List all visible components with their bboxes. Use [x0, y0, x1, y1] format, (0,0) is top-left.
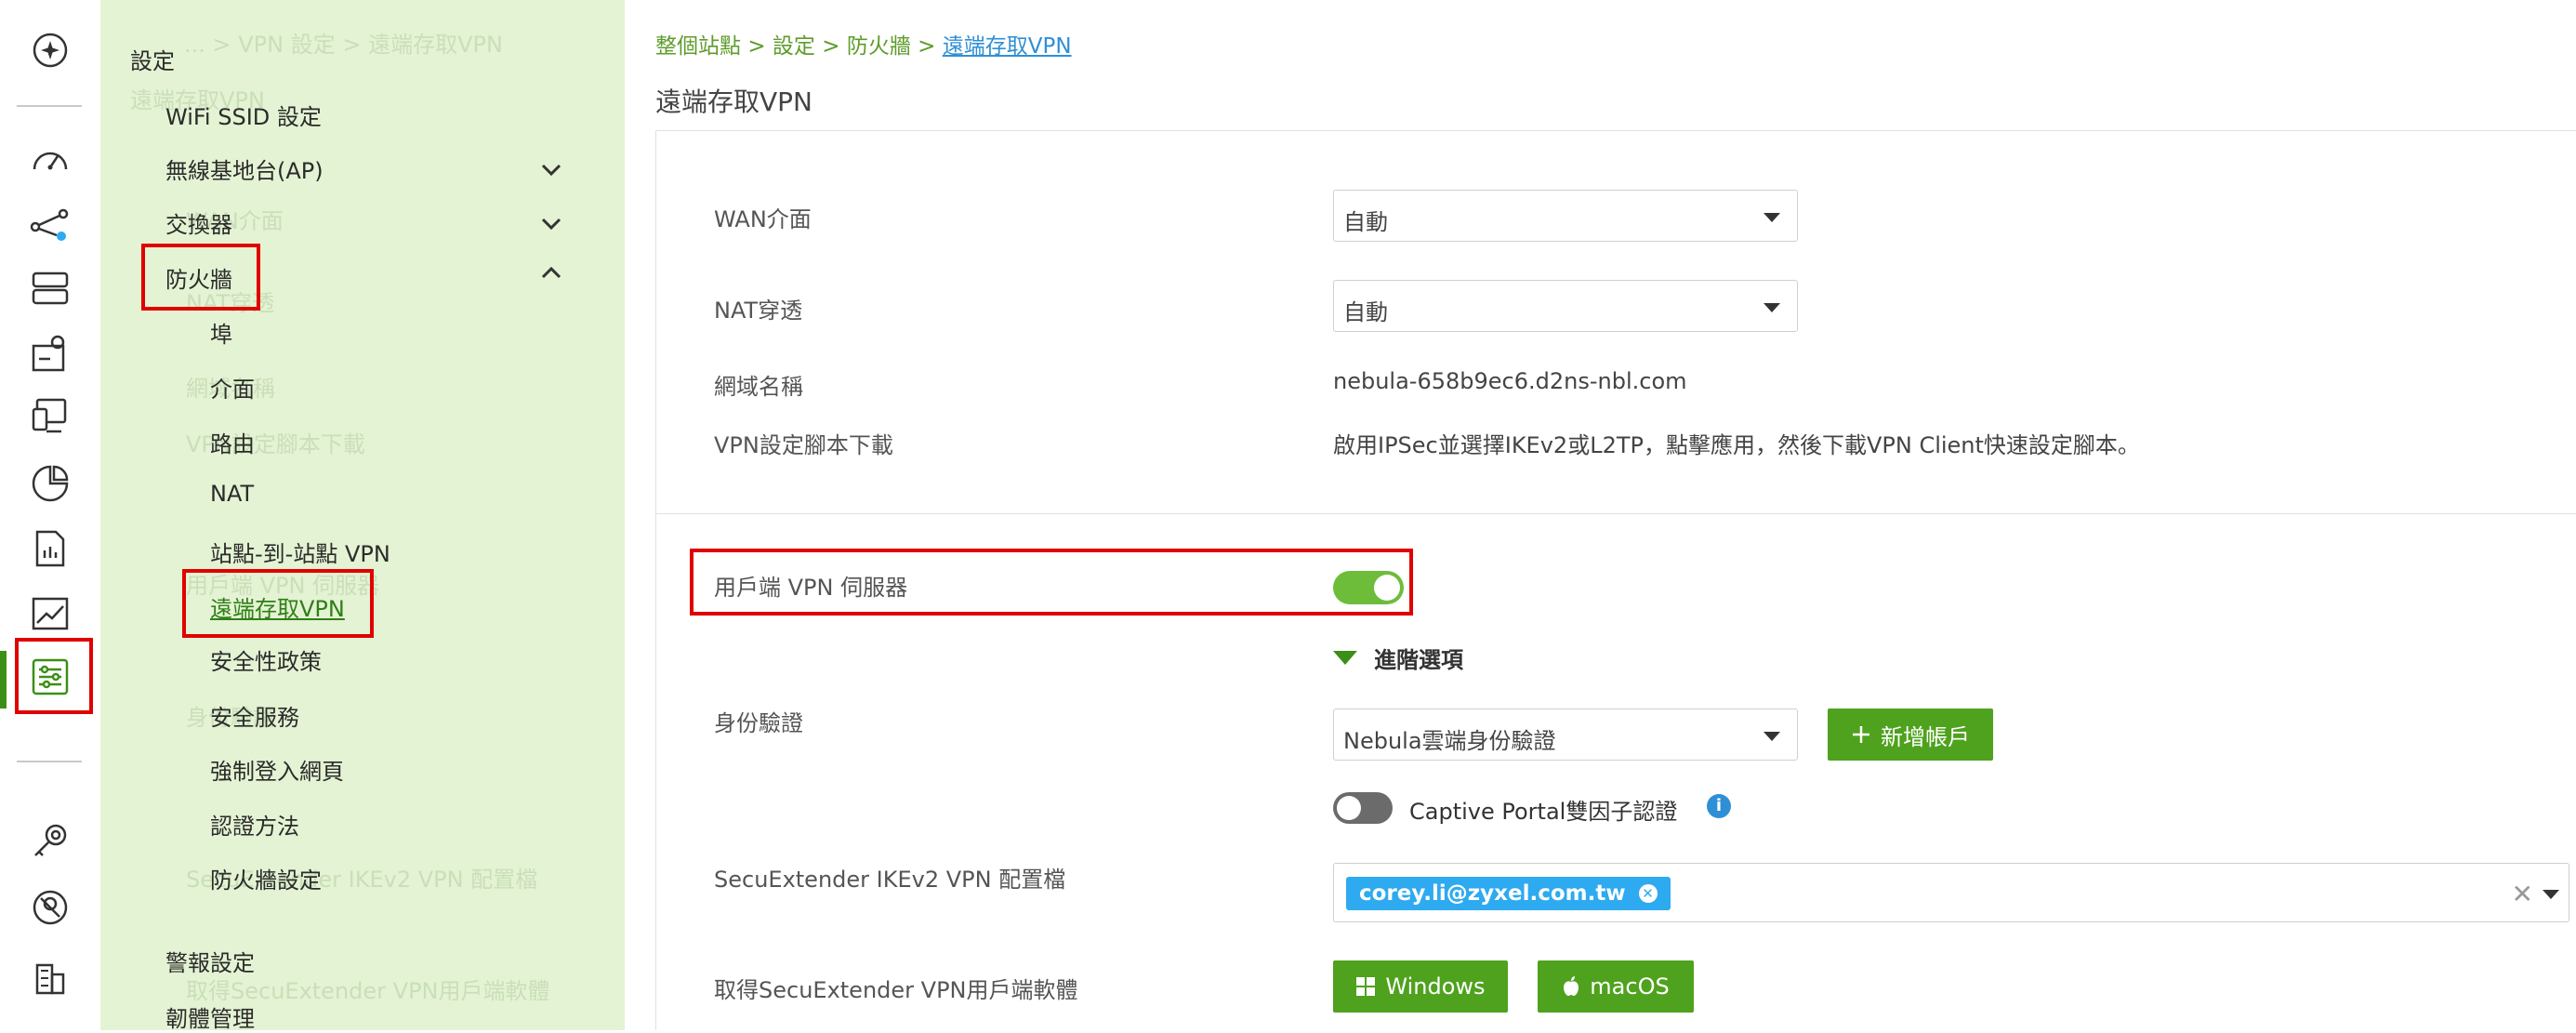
highlight-remote-vpn	[182, 569, 374, 638]
caret-down-icon	[1764, 213, 1780, 222]
vpn-script-label: VPN設定腳本下載	[714, 432, 893, 458]
icon-rail	[0, 0, 100, 1030]
devices-icon[interactable]	[19, 262, 82, 314]
section-divider	[655, 513, 2576, 514]
domain-name-label: 網域名稱	[714, 374, 803, 400]
topology-icon[interactable]	[19, 199, 82, 251]
macos-download-button[interactable]: macOS	[1538, 960, 1694, 1013]
submenu-interface[interactable]: 介面	[210, 371, 255, 404]
wan-interface-label: WAN介面	[714, 206, 812, 232]
wan-interface-select[interactable]: 自動	[1333, 190, 1798, 242]
rail-divider	[17, 105, 82, 107]
monitor-icon[interactable]	[19, 588, 82, 640]
caret-down-icon[interactable]	[2543, 890, 2559, 899]
add-account-button[interactable]: 新增帳戶	[1828, 709, 1993, 761]
wan-interface-value: 自動	[1343, 209, 1388, 235]
submenu-captive-portal[interactable]: 強制登入網頁	[210, 753, 344, 786]
breadcrumb-separator: >	[822, 34, 840, 59]
menu-item-firmware[interactable]: 韌體管理	[165, 1000, 255, 1033]
submenu-auth-methods[interactable]: 認證方法	[210, 808, 299, 841]
organization-icon[interactable]	[19, 950, 82, 1002]
client-software-label: 取得SecuExtender VPN用戶端軟體	[714, 977, 1078, 1003]
submenu-routing[interactable]: 路由	[210, 426, 255, 458]
page-title: 遠端存取VPN	[655, 86, 812, 117]
ikev2-profile-label: SecuExtender IKEv2 VPN 配置檔	[714, 867, 1066, 893]
breadcrumb: 整個站點 > 設定 > 防火牆 > 遠端存取VPN	[655, 28, 1072, 60]
remove-tag-icon[interactable]: ✕	[1638, 884, 1658, 903]
vpn-script-hint: 啟用IPSec並選擇IKEv2或L2TP，點擊應用，然後下載VPN Client…	[1333, 432, 2140, 458]
dashboard-icon[interactable]	[19, 132, 82, 184]
submenu-security-policy[interactable]: 安全性政策	[210, 643, 322, 676]
macos-label: macOS	[1590, 973, 1670, 1000]
clients-icon[interactable]	[19, 391, 82, 443]
submenu-site-to-site-vpn[interactable]: 站點-到-站點 VPN	[210, 536, 390, 568]
active-indicator	[0, 651, 7, 709]
authentication-label: 身份驗證	[714, 710, 803, 736]
menu-item-alerts[interactable]: 警報設定	[165, 945, 255, 977]
authentication-value: Nebula雲端身份驗證	[1343, 728, 1556, 754]
menu-item-ap[interactable]: 無線基地台(AP)	[165, 152, 324, 185]
highlight-client-vpn-server	[690, 549, 1413, 616]
toggle-knob	[1337, 796, 1361, 820]
caret-down-icon	[1764, 732, 1780, 741]
breadcrumb-site[interactable]: 整個站點	[655, 34, 741, 59]
breadcrumb-separator: >	[918, 34, 936, 59]
add-account-label: 新增帳戶	[1881, 723, 1970, 750]
info-icon[interactable]: i	[1707, 794, 1731, 818]
triangle-down-icon[interactable]	[1333, 651, 1357, 665]
menu-item-switch[interactable]: 交換器	[165, 206, 232, 239]
captive-portal-2fa-toggle[interactable]	[1333, 792, 1393, 824]
chevron-up-icon[interactable]	[537, 258, 565, 286]
submenu-nat[interactable]: NAT	[210, 481, 254, 507]
breadcrumb-settings[interactable]: 設定	[773, 34, 815, 59]
submenu-firewall-settings[interactable]: 防火牆設定	[210, 862, 322, 894]
documents-icon[interactable]	[19, 523, 82, 575]
menu-heading: 設定	[130, 48, 175, 74]
windows-label: Windows	[1385, 973, 1486, 1000]
domain-name-value: nebula-658b9ec6.d2ns-nbl.com	[1333, 368, 1687, 394]
windows-icon	[1356, 977, 1376, 996]
user-tag-label: corey.li@zyxel.com.tw	[1359, 881, 1626, 906]
map-icon[interactable]	[19, 327, 82, 379]
nat-traversal-select[interactable]: 自動	[1333, 280, 1798, 332]
nat-traversal-value: 自動	[1343, 299, 1388, 325]
chevron-down-icon[interactable]	[537, 210, 565, 238]
submenu-port[interactable]: 埠	[210, 316, 232, 349]
plus-icon	[1853, 726, 1869, 743]
menu-item-wifi-ssid[interactable]: WiFi SSID 設定	[165, 99, 322, 131]
user-tag: corey.li@zyxel.com.tw ✕	[1346, 877, 1671, 910]
clear-icon[interactable]: ✕	[2512, 879, 2533, 909]
ghost-breadcrumb: ... > VPN 設定 > 遠端存取VPN	[184, 32, 503, 58]
help-icon[interactable]	[19, 881, 82, 934]
chevron-down-icon[interactable]	[537, 156, 565, 184]
breadcrumb-separator: >	[747, 34, 766, 59]
highlight-settings-rail	[15, 638, 93, 714]
license-icon[interactable]	[19, 814, 82, 867]
nat-traversal-label: NAT穿透	[714, 298, 803, 324]
authentication-select[interactable]: Nebula雲端身份驗證	[1333, 709, 1798, 761]
apple-icon	[1564, 976, 1579, 996]
breadcrumb-current[interactable]: 遠端存取VPN	[943, 34, 1072, 59]
breadcrumb-firewall[interactable]: 防火牆	[847, 34, 911, 59]
highlight-firewall	[141, 244, 260, 311]
ai-assistant-icon[interactable]	[19, 24, 82, 76]
captive-portal-2fa-label: Captive Portal雙因子認證	[1409, 799, 1678, 825]
windows-download-button[interactable]: Windows	[1333, 960, 1508, 1013]
advanced-options-toggle[interactable]: 進階選項	[1374, 642, 1463, 674]
submenu-security-services[interactable]: 安全服務	[210, 699, 299, 732]
reports-icon[interactable]	[19, 457, 82, 510]
rail-divider	[17, 761, 82, 762]
caret-down-icon	[1764, 303, 1780, 312]
